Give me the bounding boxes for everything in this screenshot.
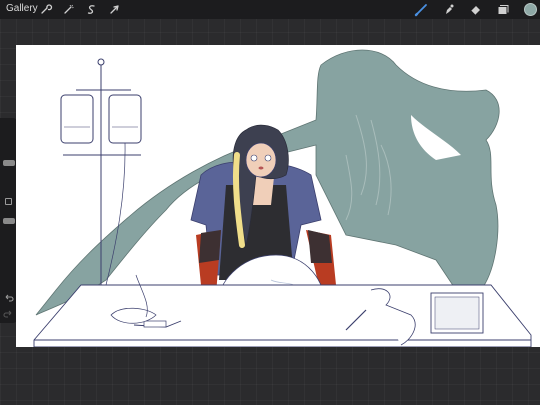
surgical-table [33,274,532,347]
drawing-canvas[interactable] [16,45,540,347]
selection-icon[interactable] [84,2,99,17]
smudge-icon[interactable] [441,2,456,17]
eraser-icon[interactable] [468,2,483,17]
artwork-illustration [33,49,532,347]
magic-wand-icon[interactable] [61,2,76,17]
brush-icon[interactable] [414,2,429,17]
wrench-icon[interactable] [38,2,53,17]
layers-icon[interactable] [495,2,510,17]
undo-icon[interactable] [3,290,14,302]
brush-size-slider[interactable] [3,160,15,166]
opacity-slider[interactable] [3,218,15,224]
top-toolbar: Gallery [0,0,540,19]
redo-icon[interactable] [3,306,14,318]
arrow-cursor-icon[interactable] [107,2,122,17]
left-sidebar [0,118,17,323]
gallery-button[interactable]: Gallery [6,3,38,15]
modify-button[interactable] [5,198,12,205]
color-picker-swatch[interactable] [524,3,537,16]
